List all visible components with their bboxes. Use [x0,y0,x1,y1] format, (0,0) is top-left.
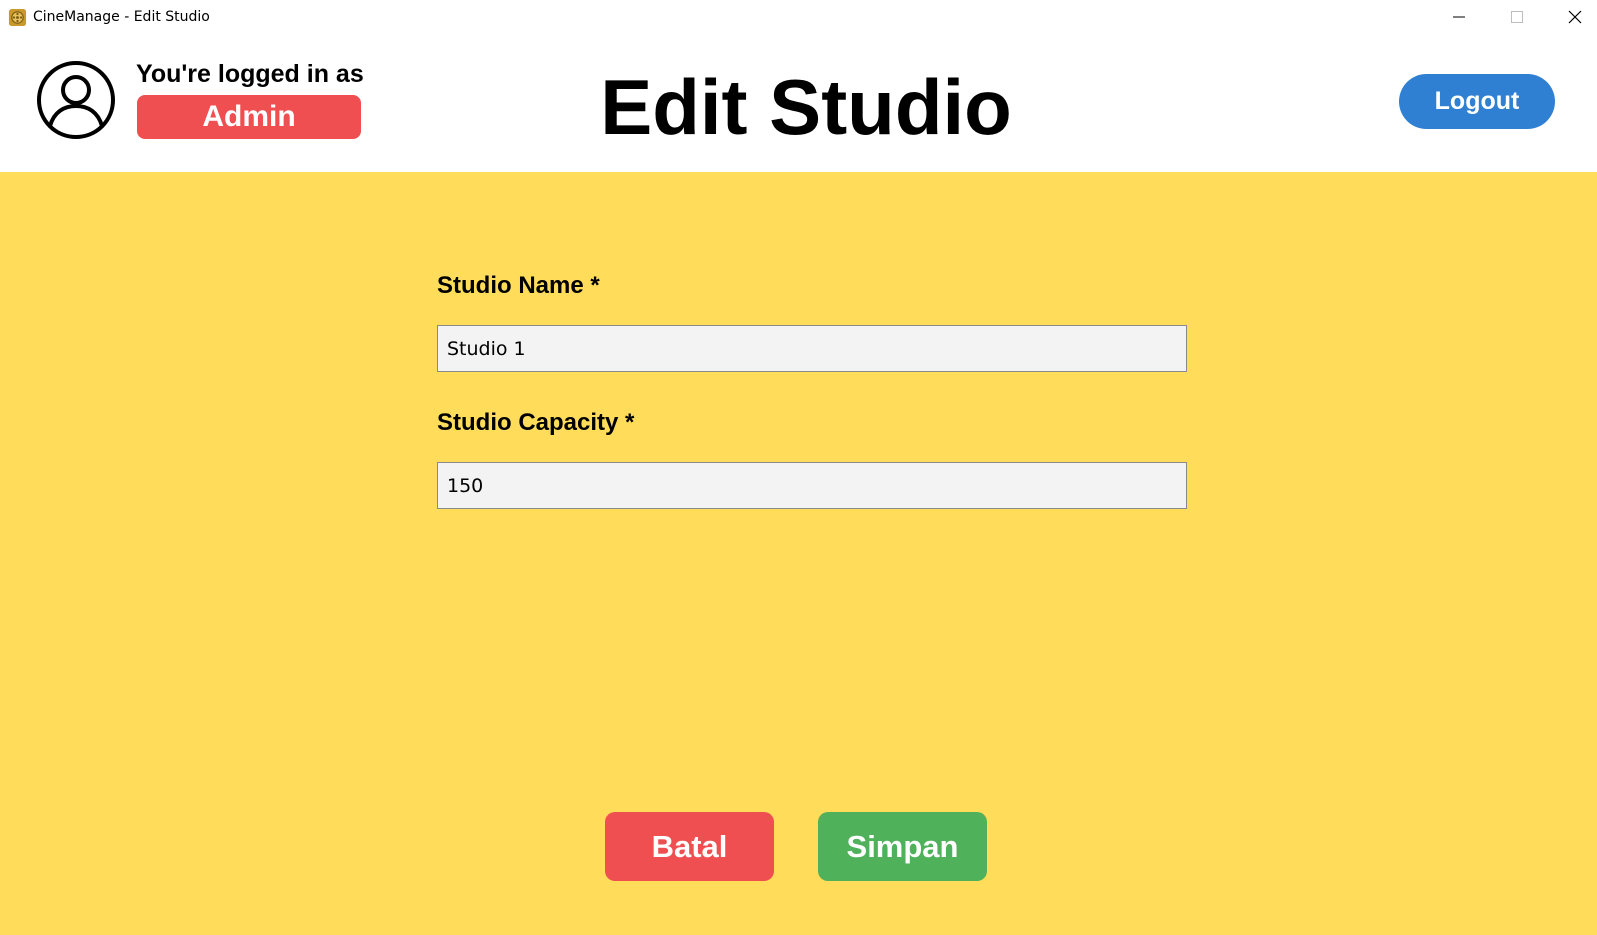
app-window: CineManage - Edit Studio You're logged i… [0,0,1597,935]
role-badge: Admin [137,95,361,139]
maximize-button[interactable] [1488,0,1546,34]
save-button[interactable]: Simpan [818,812,987,881]
cancel-button[interactable]: Batal [605,812,774,881]
studio-name-input[interactable] [437,325,1187,372]
cinemanage-app-icon [8,8,27,27]
header: You're logged in as Admin Edit Studio Lo… [0,34,1597,172]
logged-in-label: You're logged in as [136,60,364,88]
logout-button[interactable]: Logout [1399,74,1555,129]
maximize-icon [1511,11,1523,23]
close-icon [1568,10,1582,24]
minimize-button[interactable] [1430,0,1488,34]
studio-capacity-input[interactable] [437,462,1187,509]
page-title: Edit Studio [600,63,1012,151]
studio-name-label: Studio Name * [437,272,600,299]
close-button[interactable] [1546,0,1597,34]
studio-capacity-label: Studio Capacity * [437,409,635,436]
user-avatar-icon [37,61,115,139]
main-content: Studio Name * Studio Capacity * Batal Si… [0,172,1597,935]
title-bar: CineManage - Edit Studio [0,0,1597,34]
window-title: CineManage - Edit Studio [33,9,210,25]
minimize-icon [1453,16,1465,18]
